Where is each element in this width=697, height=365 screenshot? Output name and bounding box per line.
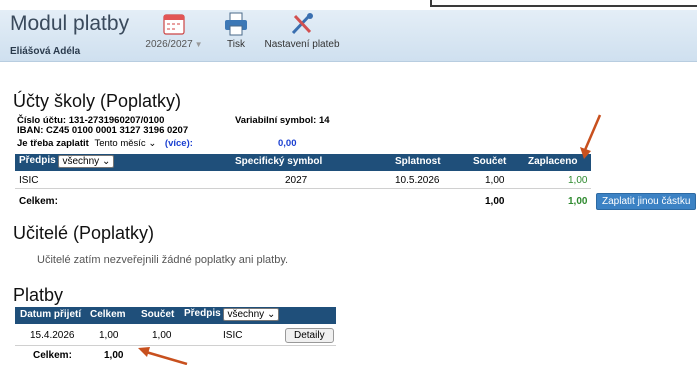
iban-line: IBAN: CZ45 0100 0001 3127 3196 0207 (17, 125, 188, 136)
column-sum: Součet (141, 309, 175, 320)
year-selector[interactable]: 2026/2027 ▼ (144, 12, 204, 50)
variable-symbol-value: 14 (318, 115, 330, 126)
more-link[interactable]: více (168, 138, 187, 149)
variable-symbol-label: Variabilní symbol: (235, 115, 317, 126)
teachers-heading: Učitelé (Poplatky) (13, 223, 155, 243)
school-total-row: Celkem: 1,00 1,00 (15, 194, 591, 210)
calendar-icon (163, 14, 185, 35)
row-paid: 1,00 (568, 175, 588, 186)
column-symbol: Specifický symbol (235, 156, 323, 167)
to-pay-amount: 0,00 (278, 138, 297, 149)
column-due: Splatnost (395, 156, 441, 167)
payment-total: 1,00 (99, 330, 119, 341)
school-table-header: Předpis všechny ⌄ Specifický symbol Spla… (15, 154, 591, 171)
iban-label: IBAN: (17, 125, 44, 136)
payments-total-value: 1,00 (104, 350, 124, 361)
print-label: Tisk (227, 39, 245, 50)
column-predpis: Předpis všechny ⌄ (184, 308, 280, 321)
to-pay-line: Je třeba zaplatit Tento měsíc ⌄ (více): (17, 138, 193, 149)
payments-table-header: Datum přijetí Celkem Součet Předpis všec… (15, 307, 336, 324)
annotation-callout-box (430, 0, 697, 7)
details-button[interactable]: Detaily (285, 328, 334, 343)
total-paid: 1,00 (568, 196, 588, 207)
total-sum: 1,00 (485, 196, 505, 207)
module-header: Modul platby Eliášová Adéla 2026/2027 ▼ T… (0, 10, 697, 62)
year-value: 2026/2027 (145, 39, 193, 50)
total-label: Celkem: (19, 196, 58, 207)
chevron-down-icon: ⌄ (101, 156, 111, 167)
column-total: Celkem (90, 309, 126, 320)
variable-symbol: Variabilní symbol: 14 (235, 115, 330, 126)
teachers-empty-message: Učitelé zatím nezveřejnili žádné poplatk… (37, 254, 289, 266)
table-row: ISIC 2027 10.5.2026 1,00 1,00 (15, 173, 591, 189)
school-heading: Účty školy (Poplatky) (13, 91, 182, 111)
row-sum: 1,00 (485, 175, 505, 186)
payment-date: 15.4.2026 (30, 330, 75, 341)
payments-total-label: Celkem: (33, 350, 72, 361)
printer-icon (225, 12, 247, 36)
annotation-arrow-paid (580, 114, 602, 159)
chevron-down-icon: ⌄ (266, 309, 276, 320)
annotation-arrow-total (138, 347, 188, 365)
payment-settings-button[interactable]: Nastavení plateb (260, 12, 344, 50)
chevron-down-icon: ▼ (194, 40, 203, 49)
chevron-down-icon: ⌄ (148, 138, 157, 149)
column-predpis: Předpis všechny ⌄ (19, 155, 115, 168)
user-name: Eliášová Adéla (10, 46, 81, 57)
pay-other-amount-button[interactable]: Zaplatit jinou částku (596, 193, 697, 210)
payment-predpis: ISIC (223, 330, 243, 341)
tools-icon (291, 13, 313, 35)
payment-sum: 1,00 (152, 330, 172, 341)
payments-heading: Platby (13, 285, 64, 305)
settings-label: Nastavení plateb (264, 39, 340, 50)
predpis-filter-select[interactable]: všechny ⌄ (58, 155, 115, 168)
row-symbol: 2027 (285, 175, 308, 186)
payments-filter-select[interactable]: všechny ⌄ (223, 308, 280, 321)
column-sum: Součet (473, 156, 507, 167)
module-title: Modul platby (10, 12, 130, 35)
iban-value: CZ45 0100 0001 3127 3196 0207 (46, 125, 189, 136)
column-date: Datum přijetí (20, 309, 82, 320)
to-pay-label: Je třeba zaplatit (17, 138, 89, 149)
row-name: ISIC (19, 175, 39, 186)
print-button[interactable]: Tisk (218, 12, 254, 50)
row-due: 10.5.2026 (395, 175, 440, 186)
period-select[interactable]: Tento měsíc ⌄ (94, 138, 156, 149)
